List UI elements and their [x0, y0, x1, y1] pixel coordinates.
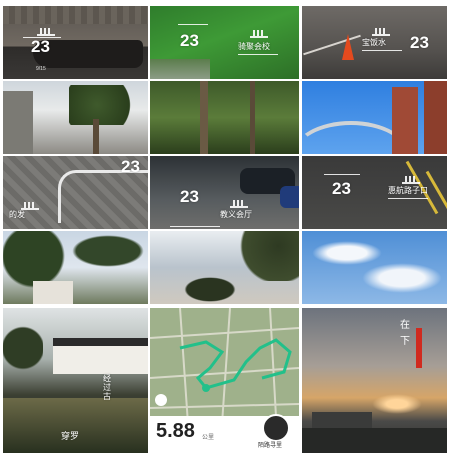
place-caption: 教义会厅	[220, 210, 252, 219]
photo-grid: 23 9/15 23 骑聚会校 宝饭水 23 23 的发 23 教义会厅 23 …	[0, 0, 451, 453]
tile-number: 23	[121, 157, 140, 176]
tree-canopy	[63, 231, 148, 271]
roof-texture	[3, 6, 148, 24]
tile-number: 23	[332, 179, 351, 198]
red-seal	[416, 328, 422, 368]
traffic-cone	[342, 34, 354, 60]
photo-tile-13[interactable]: 经过古 穿罗	[3, 308, 148, 453]
divider	[324, 174, 360, 175]
photo-tile-9[interactable]: 23 惠航路子口	[302, 156, 447, 229]
photo-tile-12[interactable]	[302, 231, 447, 304]
photo-tile-2[interactable]: 23 骑聚会校	[150, 6, 299, 79]
photo-tile-1[interactable]: 23 9/15	[3, 6, 148, 79]
roof	[53, 338, 148, 346]
tree-canopy	[230, 231, 299, 281]
building	[3, 91, 33, 154]
canal-water	[3, 398, 148, 453]
username: 陌路寻里	[258, 443, 283, 449]
red-building	[424, 81, 447, 154]
photo-tile-14-map[interactable]: 5.88 公里 陌路寻里	[150, 308, 299, 453]
place-caption: 的发	[9, 210, 25, 219]
distance-unit: 公里	[202, 435, 215, 441]
weather-logo-icon	[250, 30, 268, 38]
photo-tile-5[interactable]	[150, 81, 299, 154]
tree-canopy	[3, 318, 43, 378]
tile-number: 23	[410, 33, 429, 52]
place-caption: 骑聚会校	[238, 42, 270, 51]
place-caption: 宝饭水	[362, 38, 386, 47]
tile-number: 23	[180, 31, 199, 50]
avatar[interactable]	[262, 414, 290, 442]
stone-edge	[150, 59, 210, 79]
railing	[58, 170, 148, 223]
tile-date: 9/15	[36, 66, 46, 72]
cloud	[362, 263, 442, 293]
weather-logo-icon	[230, 200, 248, 208]
tree-trunk	[93, 119, 99, 154]
tree-silhouette	[180, 275, 240, 304]
weather-logo-icon	[37, 28, 55, 36]
divider	[238, 54, 278, 55]
photo-tile-11[interactable]	[150, 231, 299, 304]
photo-tile-10[interactable]	[3, 231, 148, 304]
divider	[362, 50, 402, 51]
building	[33, 281, 73, 304]
tile-number: 23	[180, 187, 199, 206]
bottom-caption: 穿罗	[61, 431, 80, 441]
tree-trunk	[250, 81, 255, 154]
photo-tile-15[interactable]: 在 下	[302, 308, 447, 453]
distance-value: 5.88	[156, 420, 195, 442]
place-caption: 惠航路子口	[388, 186, 428, 195]
photo-tile-4[interactable]	[3, 81, 148, 154]
divider	[178, 24, 208, 25]
sun-glow	[372, 394, 422, 414]
divider	[170, 226, 220, 227]
vertical-caption: 经过古	[103, 374, 111, 401]
photo-tile-7[interactable]: 23 的发	[3, 156, 148, 229]
weather-logo-icon	[372, 28, 390, 36]
red-tower	[392, 87, 418, 154]
photo-tile-6[interactable]	[302, 81, 447, 154]
divider	[388, 198, 428, 199]
vertical-text: 在 下	[400, 320, 410, 347]
cloud	[312, 241, 382, 265]
tree-canopy	[69, 85, 139, 125]
locate-icon[interactable]	[155, 394, 167, 406]
tile-number: 23	[31, 37, 50, 56]
photo-tile-8[interactable]: 23 教义会厅	[150, 156, 299, 229]
tree-line	[302, 428, 447, 453]
weather-logo-icon	[402, 176, 420, 184]
photo-tile-3[interactable]: 宝饭水 23	[302, 6, 447, 79]
white-wall	[53, 344, 148, 374]
weather-logo-icon	[21, 202, 39, 210]
tree-trunk	[200, 81, 208, 154]
blue-car	[280, 186, 299, 208]
